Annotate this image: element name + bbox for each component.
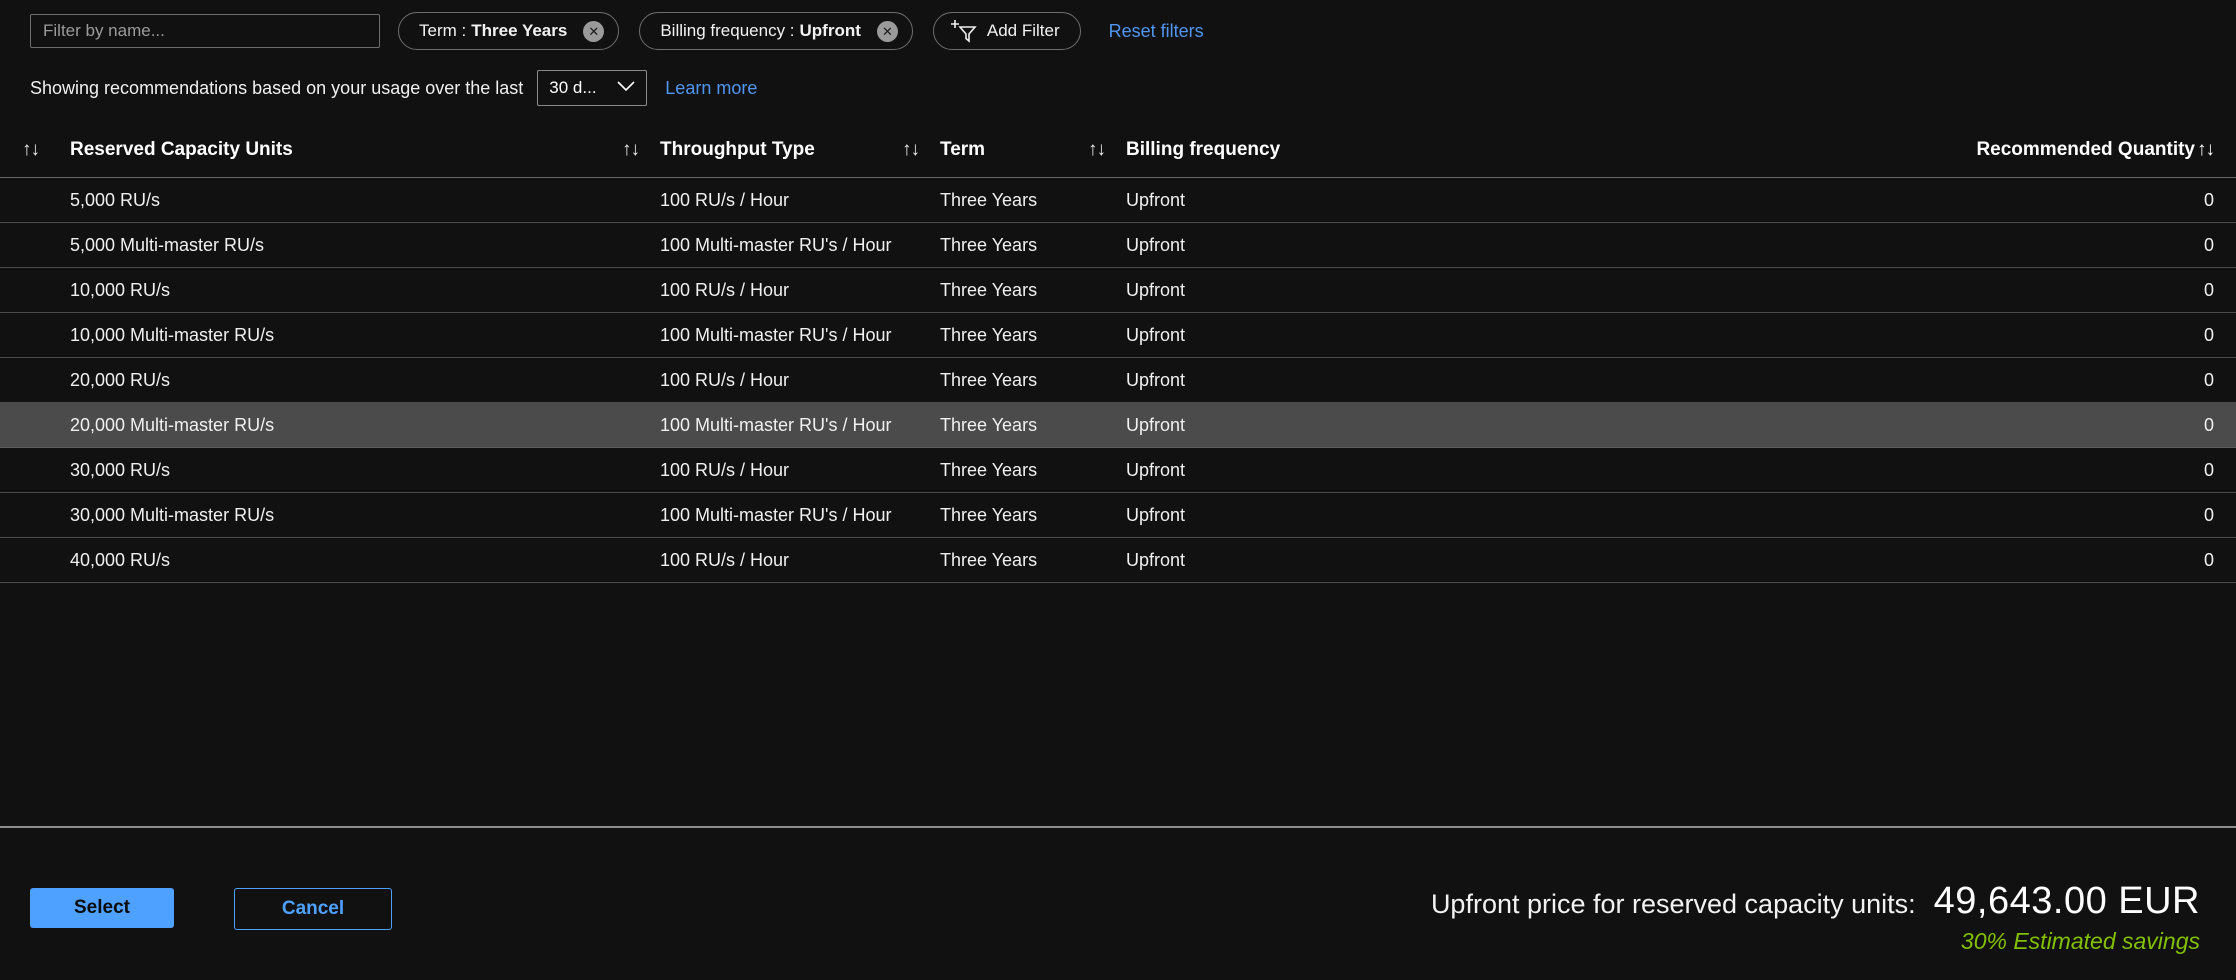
table-row[interactable]: 20,000 Multi-master RU/s 100 Multi-master… — [0, 403, 2236, 448]
cell-throughput-type: 100 RU/s / Hour — [660, 550, 902, 571]
chevron-down-icon — [615, 78, 637, 98]
sort-icon-throughput-type[interactable]: ↑↓ — [622, 139, 660, 161]
cell-reserved-capacity-units: 30,000 Multi-master RU/s — [60, 505, 622, 526]
sort-icon-recommended-quantity[interactable]: ↑↓ — [2197, 139, 2214, 160]
filter-chip-billing-label: Billing frequency : — [660, 21, 794, 41]
table-row[interactable]: 10,000 Multi-master RU/s 100 Multi-master… — [0, 313, 2236, 358]
price-value: 49,643.00 EUR — [1934, 880, 2200, 923]
cell-throughput-type: 100 RU/s / Hour — [660, 460, 902, 481]
cell-reserved-capacity-units: 20,000 Multi-master RU/s — [60, 415, 622, 436]
filter-chip-term-label: Term : — [419, 21, 466, 41]
column-header-billing-frequency: Billing frequency — [1126, 139, 1314, 161]
usage-period-select[interactable]: 30 d... — [537, 70, 647, 106]
cell-throughput-type: 100 RU/s / Hour — [660, 280, 902, 301]
cell-throughput-type: 100 RU/s / Hour — [660, 370, 902, 391]
usage-period-row: Showing recommendations based on your us… — [30, 70, 757, 106]
table-header-row: ↑↓ Reserved Capacity Units ↑↓ Throughput… — [0, 122, 2236, 178]
column-header-recommended-quantity: Recommended Quantity↑↓ — [1314, 139, 2214, 161]
cell-billing-frequency: Upfront — [1126, 505, 1314, 526]
select-button[interactable]: Select — [30, 888, 174, 928]
filter-chip-term-value: Three Years — [471, 21, 567, 41]
cell-recommended-quantity: 0 — [1314, 550, 2214, 571]
learn-more-link[interactable]: Learn more — [665, 78, 757, 99]
table-row[interactable]: 30,000 Multi-master RU/s 100 Multi-master… — [0, 493, 2236, 538]
cell-billing-frequency: Upfront — [1126, 550, 1314, 571]
price-label: Upfront price for reserved capacity unit… — [1431, 889, 1916, 920]
cell-reserved-capacity-units: 10,000 Multi-master RU/s — [60, 325, 622, 346]
cell-billing-frequency: Upfront — [1126, 370, 1314, 391]
cell-term: Three Years — [940, 235, 1088, 256]
cell-recommended-quantity: 0 — [1314, 280, 2214, 301]
cell-term: Three Years — [940, 505, 1088, 526]
filter-bar: Term : Three Years ✕ Billing frequency :… — [0, 0, 2236, 62]
recommendations-table: ↑↓ Reserved Capacity Units ↑↓ Throughput… — [0, 122, 2236, 583]
add-filter-label: Add Filter — [987, 21, 1060, 41]
cell-reserved-capacity-units: 20,000 RU/s — [60, 370, 622, 391]
cell-throughput-type: 100 RU/s / Hour — [660, 190, 902, 211]
footer-bar: Select Cancel Upfront price for reserved… — [0, 828, 2236, 980]
cell-term: Three Years — [940, 190, 1088, 211]
cell-reserved-capacity-units: 30,000 RU/s — [60, 460, 622, 481]
cell-recommended-quantity: 0 — [1314, 460, 2214, 481]
column-header-reserved-capacity-units: Reserved Capacity Units — [60, 139, 622, 161]
cell-reserved-capacity-units: 5,000 Multi-master RU/s — [60, 235, 622, 256]
table-row[interactable]: 5,000 Multi-master RU/s 100 Multi-master … — [0, 223, 2236, 268]
cell-term: Three Years — [940, 370, 1088, 391]
cell-term: Three Years — [940, 280, 1088, 301]
filter-chip-billing-frequency[interactable]: Billing frequency : Upfront ✕ — [639, 12, 913, 50]
filter-chip-term[interactable]: Term : Three Years ✕ — [398, 12, 619, 50]
sort-icon-term[interactable]: ↑↓ — [902, 139, 940, 161]
sort-icon-reserved-capacity-units[interactable]: ↑↓ — [22, 139, 60, 161]
cell-recommended-quantity: 0 — [1314, 190, 2214, 211]
usage-period-value: 30 d... — [549, 78, 596, 98]
cell-recommended-quantity: 0 — [1314, 505, 2214, 526]
cell-reserved-capacity-units: 5,000 RU/s — [60, 190, 622, 211]
cell-throughput-type: 100 Multi-master RU's / Hour — [660, 235, 902, 256]
close-icon[interactable]: ✕ — [877, 21, 898, 42]
cell-billing-frequency: Upfront — [1126, 460, 1314, 481]
cell-recommended-quantity: 0 — [1314, 415, 2214, 436]
cell-throughput-type: 100 Multi-master RU's / Hour — [660, 505, 902, 526]
table-row[interactable]: 10,000 RU/s 100 RU/s / Hour Three Years Upf… — [0, 268, 2236, 313]
cell-term: Three Years — [940, 460, 1088, 481]
column-header-throughput-type: Throughput Type — [660, 139, 902, 161]
cell-recommended-quantity: 0 — [1314, 235, 2214, 256]
cell-recommended-quantity: 0 — [1314, 370, 2214, 391]
cell-reserved-capacity-units: 10,000 RU/s — [60, 280, 622, 301]
table-row[interactable]: 5,000 RU/s 100 RU/s / Hour Three Years Upfr… — [0, 178, 2236, 223]
column-header-term: Term — [940, 139, 1088, 161]
cell-reserved-capacity-units: 40,000 RU/s — [60, 550, 622, 571]
reset-filters-link[interactable]: Reset filters — [1109, 21, 1204, 42]
column-header-recommended-quantity-label: Recommended Quantity — [1976, 139, 2195, 160]
add-filter-button[interactable]: Add Filter — [933, 12, 1081, 50]
cell-recommended-quantity: 0 — [1314, 325, 2214, 346]
cell-throughput-type: 100 Multi-master RU's / Hour — [660, 325, 902, 346]
table-row[interactable]: 40,000 RU/s 100 RU/s / Hour Three Years Upf… — [0, 538, 2236, 583]
cell-throughput-type: 100 Multi-master RU's / Hour — [660, 415, 902, 436]
cell-term: Three Years — [940, 550, 1088, 571]
cell-term: Three Years — [940, 325, 1088, 346]
estimated-savings: 30% Estimated savings — [1431, 928, 2200, 955]
cell-term: Three Years — [940, 415, 1088, 436]
reserved-capacity-picker: Term : Three Years ✕ Billing frequency :… — [0, 0, 2236, 980]
usage-description: Showing recommendations based on your us… — [30, 78, 523, 99]
price-summary: Upfront price for reserved capacity unit… — [1431, 880, 2200, 955]
cell-billing-frequency: Upfront — [1126, 415, 1314, 436]
close-icon[interactable]: ✕ — [583, 21, 604, 42]
filter-chip-billing-value: Upfront — [800, 21, 861, 41]
search-input[interactable] — [30, 14, 380, 48]
cell-billing-frequency: Upfront — [1126, 235, 1314, 256]
sort-icon-billing-frequency[interactable]: ↑↓ — [1088, 139, 1126, 161]
cancel-button[interactable]: Cancel — [234, 888, 392, 930]
add-filter-icon — [950, 18, 978, 44]
cell-billing-frequency: Upfront — [1126, 280, 1314, 301]
cell-billing-frequency: Upfront — [1126, 325, 1314, 346]
table-body: 5,000 RU/s 100 RU/s / Hour Three Years Upfr… — [0, 178, 2236, 583]
cell-billing-frequency: Upfront — [1126, 190, 1314, 211]
table-row[interactable]: 20,000 RU/s 100 RU/s / Hour Three Years Upf… — [0, 358, 2236, 403]
table-row[interactable]: 30,000 RU/s 100 RU/s / Hour Three Years Upf… — [0, 448, 2236, 493]
